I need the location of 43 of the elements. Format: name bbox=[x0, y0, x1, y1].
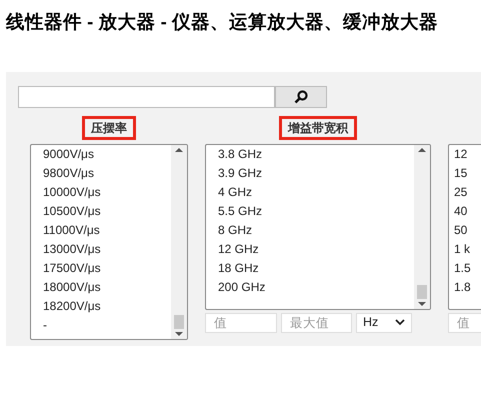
list-option[interactable]: 4 GHz bbox=[218, 182, 252, 202]
filter-label: 增益带宽积 bbox=[279, 116, 357, 140]
list-option[interactable]: 1 k bbox=[454, 240, 470, 259]
list-option[interactable]: 1.8 bbox=[454, 278, 471, 297]
list-option[interactable]: 11000V/μs bbox=[43, 220, 100, 240]
max-value-field[interactable]: 最大值 bbox=[281, 312, 352, 333]
search-button[interactable] bbox=[275, 86, 327, 108]
list-option[interactable]: 200 GHz bbox=[218, 278, 266, 297]
scroll-thumb[interactable] bbox=[417, 284, 427, 299]
chevron-down-icon bbox=[395, 319, 405, 326]
list-option[interactable]: 9800V/μs bbox=[43, 164, 94, 183]
list-option[interactable]: 1.5 bbox=[454, 258, 471, 278]
scroll-thumb[interactable] bbox=[174, 314, 184, 329]
scroll-bar[interactable] bbox=[414, 144, 430, 309]
list-option[interactable]: 13000V/μs bbox=[43, 240, 101, 259]
list-option[interactable]: 12 GHz bbox=[218, 240, 259, 259]
list-option[interactable]: 25 bbox=[454, 182, 468, 202]
scroll-up-icon[interactable] bbox=[418, 146, 426, 153]
list-option[interactable]: - bbox=[43, 316, 47, 335]
scroll-up-icon[interactable] bbox=[175, 146, 183, 153]
list-option[interactable]: 50 bbox=[454, 220, 468, 240]
search-field[interactable] bbox=[18, 86, 275, 108]
search-icon bbox=[294, 90, 308, 104]
list-option[interactable]: 18200V/μs bbox=[43, 296, 101, 316]
list-option[interactable]: 10500V/μs bbox=[43, 202, 101, 221]
list-option[interactable]: 9000V/μs bbox=[43, 144, 94, 164]
scroll-bar[interactable] bbox=[171, 144, 187, 339]
list-option[interactable]: 40 bbox=[454, 202, 468, 221]
list-option[interactable]: 10000V/μs bbox=[43, 182, 101, 202]
list-option[interactable]: 15 bbox=[454, 164, 468, 183]
list-option[interactable]: 8 GHz bbox=[218, 220, 252, 240]
unit-dropdown[interactable]: Hz bbox=[356, 312, 412, 333]
min-value-field[interactable]: 值 bbox=[205, 312, 277, 333]
page-title: 线性器件 - 放大器 - 仪器、运算放大器、缓冲放大器 bbox=[4, 10, 439, 34]
list-option[interactable]: 18000V/μs bbox=[43, 278, 101, 297]
list-option[interactable]: 3.8 GHz bbox=[218, 144, 262, 164]
list-option[interactable]: 12 bbox=[454, 144, 468, 164]
list-option[interactable]: 5.5 GHz bbox=[218, 202, 262, 221]
min-value-field[interactable]: 值 bbox=[448, 312, 481, 333]
list-option[interactable]: 3.9 GHz bbox=[218, 164, 262, 183]
list-option[interactable]: 17500V/μs bbox=[43, 258, 101, 278]
list-option[interactable]: 18 GHz bbox=[218, 258, 259, 278]
filter-label: 压摆率 bbox=[82, 116, 136, 140]
